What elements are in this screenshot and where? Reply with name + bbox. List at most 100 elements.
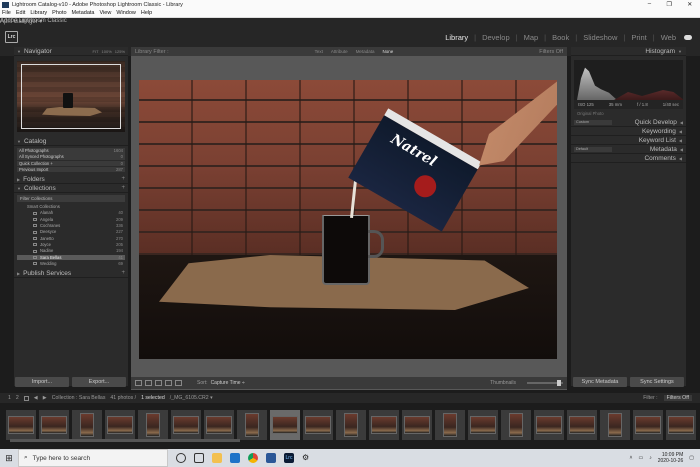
- quick-develop-header[interactable]: Custom Quick Develop ◀: [571, 118, 686, 127]
- current-file[interactable]: /_MG_6105.CR2 ▾: [170, 395, 213, 401]
- people-view-icon[interactable]: [175, 380, 182, 386]
- task-view-icon[interactable]: [194, 453, 204, 463]
- collection-item[interactable]: Joyce 205: [17, 242, 125, 248]
- survey-view-icon[interactable]: [165, 380, 172, 386]
- film-cell[interactable]: [138, 409, 168, 440]
- publish-services-header[interactable]: ▶ Publish Services +: [14, 269, 128, 279]
- module-map[interactable]: Map: [524, 33, 539, 42]
- metadata-header[interactable]: Default Metadata ◀: [571, 145, 686, 154]
- original-photo-checkbox[interactable]: Original Photo: [571, 109, 686, 118]
- collection-item[interactable]: Angela 209: [17, 217, 125, 223]
- catalog-header[interactable]: ▼ Catalog: [14, 137, 128, 146]
- chrome-icon[interactable]: [248, 453, 258, 463]
- slider-knob[interactable]: [557, 380, 561, 386]
- collection-item[interactable]: Nadine 194: [17, 248, 125, 254]
- chevron-up-icon[interactable]: ˄: [630, 455, 633, 461]
- film-cell[interactable]: [72, 409, 102, 440]
- filter-metadata[interactable]: Metadata: [356, 49, 375, 54]
- keyword-list-header[interactable]: Keyword List ◀: [571, 136, 686, 145]
- add-publish-button[interactable]: +: [121, 270, 125, 276]
- monitor-2-button[interactable]: 2: [16, 395, 19, 401]
- histogram-header[interactable]: Histogram ▼: [571, 47, 686, 56]
- catalog-row[interactable]: Quick Collection + 0: [17, 160, 125, 167]
- module-book[interactable]: Book: [552, 33, 569, 42]
- navigator-header[interactable]: ▼ Navigator FIT 100% 125%: [14, 47, 128, 56]
- collection-item[interactable]: Cochranes 336: [17, 223, 125, 229]
- sync-settings-button[interactable]: Sync Settings: [630, 377, 684, 387]
- menu-view[interactable]: View: [99, 10, 111, 16]
- compare-view-icon[interactable]: [155, 380, 162, 386]
- collection-item[interactable]: Alanah 40: [17, 210, 125, 216]
- film-cell[interactable]: [501, 409, 531, 440]
- network-icon[interactable]: ▭: [638, 455, 643, 461]
- zoom-100[interactable]: 100%: [102, 49, 112, 54]
- film-cell[interactable]: [369, 409, 399, 440]
- maximize-button[interactable]: ❐: [666, 1, 671, 8]
- navigator-preview[interactable]: [17, 61, 125, 132]
- film-cell[interactable]: [666, 409, 696, 440]
- grid-icon[interactable]: [23, 395, 29, 401]
- file-explorer-icon[interactable]: [212, 453, 222, 463]
- filter-none[interactable]: None: [382, 49, 393, 54]
- module-develop[interactable]: Develop: [482, 33, 510, 42]
- module-print[interactable]: Print: [631, 33, 646, 42]
- menu-file[interactable]: File: [2, 10, 11, 16]
- sort-select[interactable]: Capture Time ÷: [211, 380, 245, 386]
- film-cell[interactable]: [567, 409, 597, 440]
- module-web[interactable]: Web: [661, 33, 676, 42]
- film-cell[interactable]: [633, 409, 663, 440]
- menu-window[interactable]: Window: [116, 10, 136, 16]
- add-folder-button[interactable]: +: [121, 176, 125, 182]
- module-slideshow[interactable]: Slideshow: [583, 33, 617, 42]
- filters-off-toggle[interactable]: Filters Off: [539, 49, 563, 55]
- film-cell[interactable]: [303, 409, 333, 440]
- main-photo[interactable]: Natrel: [139, 80, 557, 359]
- collection-item-selected[interactable]: Sara Bellas 41: [17, 254, 125, 261]
- film-cell[interactable]: [468, 409, 498, 440]
- film-cell[interactable]: [39, 409, 69, 440]
- menu-library[interactable]: Library: [30, 10, 47, 16]
- filter-attribute[interactable]: Attribute: [331, 49, 348, 54]
- film-cell[interactable]: [435, 409, 465, 440]
- metadata-preset-select[interactable]: Default: [574, 146, 612, 152]
- navigator-view-rect[interactable]: [21, 64, 121, 129]
- volume-icon[interactable]: ♪: [649, 455, 652, 461]
- menu-photo[interactable]: Photo: [52, 10, 66, 16]
- menu-edit[interactable]: Edit: [16, 10, 25, 16]
- forward-arrow-icon[interactable]: ▶: [43, 395, 47, 401]
- film-cell[interactable]: [237, 409, 267, 440]
- import-button[interactable]: Import...: [15, 377, 69, 387]
- close-button[interactable]: ✕: [687, 1, 692, 8]
- cloud-icon[interactable]: [684, 35, 692, 40]
- source-path[interactable]: Collection : Sara Bellas: [52, 395, 106, 401]
- saved-preset-select[interactable]: Custom: [574, 119, 612, 125]
- collection-item[interactable]: Janetto 270: [17, 236, 125, 242]
- folders-header[interactable]: ▶ Folders +: [14, 175, 128, 185]
- film-cell[interactable]: [534, 409, 564, 440]
- zoom-fit[interactable]: FIT: [93, 49, 99, 54]
- notifications-icon[interactable]: ▢: [689, 455, 694, 461]
- export-button[interactable]: Export...: [72, 377, 126, 387]
- taskbar-search[interactable]: ⌕ Type here to search: [18, 449, 168, 467]
- comments-header[interactable]: Comments ◀: [571, 154, 686, 163]
- filter-select[interactable]: Filters Off: [663, 395, 692, 401]
- collection-group[interactable]: Smart Collections: [17, 204, 125, 210]
- collection-item[interactable]: Deesyce 227: [17, 229, 125, 235]
- catalog-row[interactable]: All Synced Photographs 0: [17, 154, 125, 160]
- collections-header[interactable]: ▼ Collections +: [14, 184, 128, 194]
- settings-gear-icon[interactable]: ⚙: [302, 453, 312, 463]
- cortana-icon[interactable]: [176, 453, 186, 463]
- menu-help[interactable]: Help: [141, 10, 152, 16]
- filter-collections-input[interactable]: Filter Collections: [17, 195, 125, 203]
- add-collection-button[interactable]: +: [121, 185, 125, 191]
- loupe-view-icon[interactable]: [145, 380, 152, 386]
- mail-icon[interactable]: [230, 453, 240, 463]
- film-cell-selected[interactable]: [270, 409, 300, 440]
- film-cell[interactable]: [402, 409, 432, 440]
- minimize-button[interactable]: –: [648, 1, 651, 8]
- film-cell[interactable]: [600, 409, 630, 440]
- thumbnail-size-slider[interactable]: [527, 380, 563, 386]
- catalog-row[interactable]: All Photographs 1604: [17, 148, 125, 154]
- clock[interactable]: 10:09 PM 2020-10-26: [658, 452, 684, 464]
- word-icon[interactable]: [266, 453, 276, 463]
